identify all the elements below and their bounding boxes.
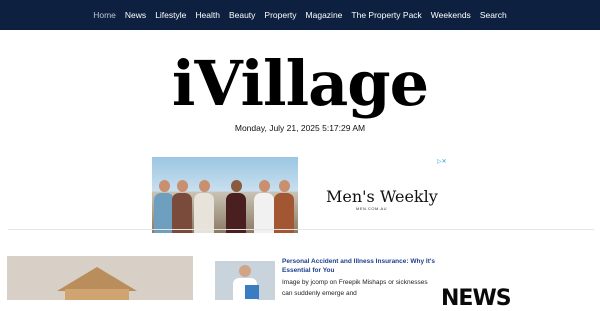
nav-item-home[interactable]: Home xyxy=(93,10,116,20)
ad-choices-icon[interactable]: ▷✕ xyxy=(437,158,447,165)
advertisement-banner[interactable]: Men's Weekly MEN.COM.AU ▷✕ xyxy=(152,157,447,233)
current-datetime: Monday, July 21, 2025 5:17:29 AM xyxy=(234,123,366,133)
nav-item-news[interactable]: News xyxy=(125,10,146,20)
nav-item-weekends[interactable]: Weekends xyxy=(431,10,471,20)
article-excerpt: Image by jcomp on Freepik Mishaps or sic… xyxy=(282,279,428,297)
featured-image-house[interactable] xyxy=(7,256,193,300)
article-thumbnail[interactable] xyxy=(215,261,275,300)
ad-photo-group-of-men xyxy=(152,157,298,233)
top-navigation: Home News Lifestyle Health Beauty Proper… xyxy=(0,0,600,30)
article-title-link[interactable]: Personal Accident and Illness Insurance:… xyxy=(282,258,440,275)
section-divider xyxy=(8,229,594,230)
nav-item-search[interactable]: Search xyxy=(480,10,507,20)
partner-news-logo[interactable]: NEWS xyxy=(441,286,512,311)
nav-item-property[interactable]: Property xyxy=(264,10,296,20)
nav-item-health[interactable]: Health xyxy=(195,10,220,20)
ad-brand-name: Men's Weekly xyxy=(326,187,438,206)
nav-item-magazine[interactable]: Magazine xyxy=(306,10,343,20)
nav-item-lifestyle[interactable]: Lifestyle xyxy=(155,10,186,20)
site-logo[interactable]: iVillage xyxy=(0,44,600,124)
nav-item-beauty[interactable]: Beauty xyxy=(229,10,255,20)
nav-item-property-pack[interactable]: The Property Pack xyxy=(351,10,421,20)
ad-brand-url: MEN.COM.AU xyxy=(356,206,387,211)
